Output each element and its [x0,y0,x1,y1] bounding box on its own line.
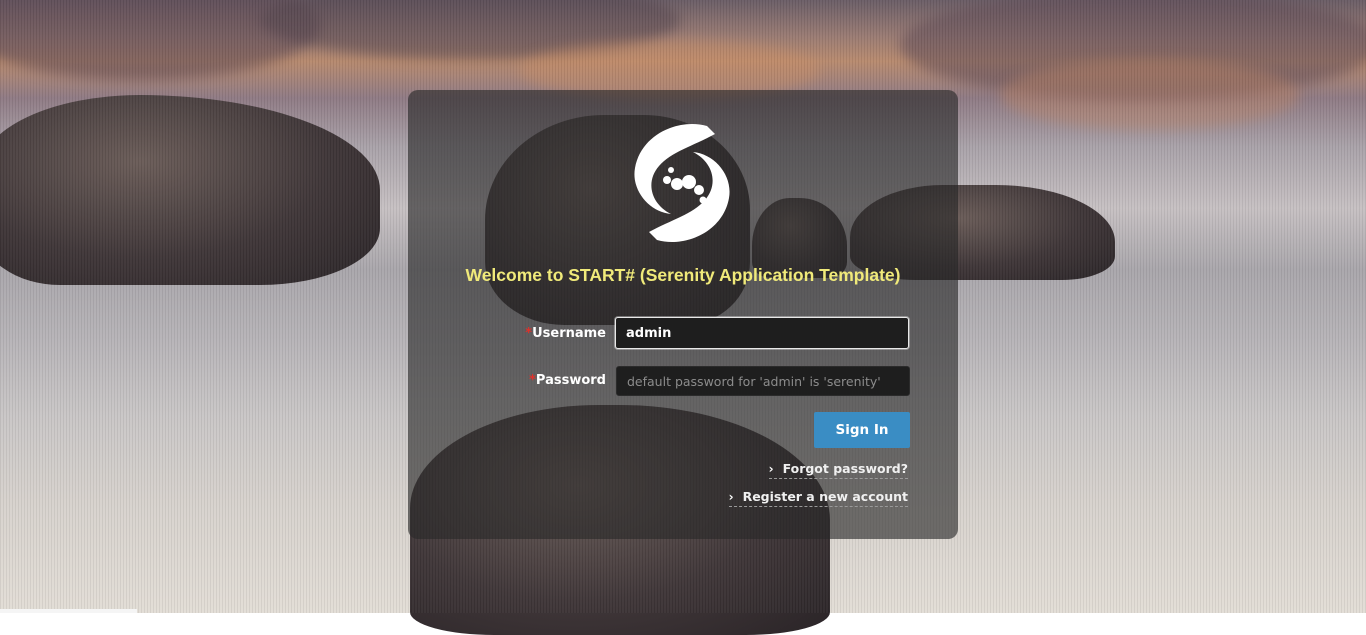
corner-strip [0,609,137,613]
password-label-text: Password [535,373,606,388]
welcome-title: Welcome to START# (Serenity Application … [465,265,901,285]
cloud [900,0,1366,100]
chevron-right-icon: › [728,490,734,504]
cloud [260,0,680,60]
username-label-text: Username [532,326,606,341]
login-panel: Welcome to START# (Serenity Application … [408,90,958,539]
forgot-password-link[interactable]: › Forgot password? [768,461,908,479]
rock-left [0,95,380,285]
username-input[interactable] [615,317,909,349]
password-input[interactable] [616,366,910,396]
username-label: *Username [525,326,606,341]
serenity-swirl-logo-icon [634,123,730,243]
password-label: *Password [529,373,606,388]
required-mark: * [529,373,536,388]
cloud [1000,60,1300,130]
sign-in-button[interactable]: Sign In [814,412,910,448]
username-row: *Username [408,317,958,351]
password-row: *Password [408,364,958,398]
forgot-password-label: Forgot password? [782,461,908,476]
register-label: Register a new account [742,489,908,504]
cloud [0,0,320,80]
chevron-right-icon: › [768,462,774,476]
register-link[interactable]: › Register a new account [728,489,908,507]
